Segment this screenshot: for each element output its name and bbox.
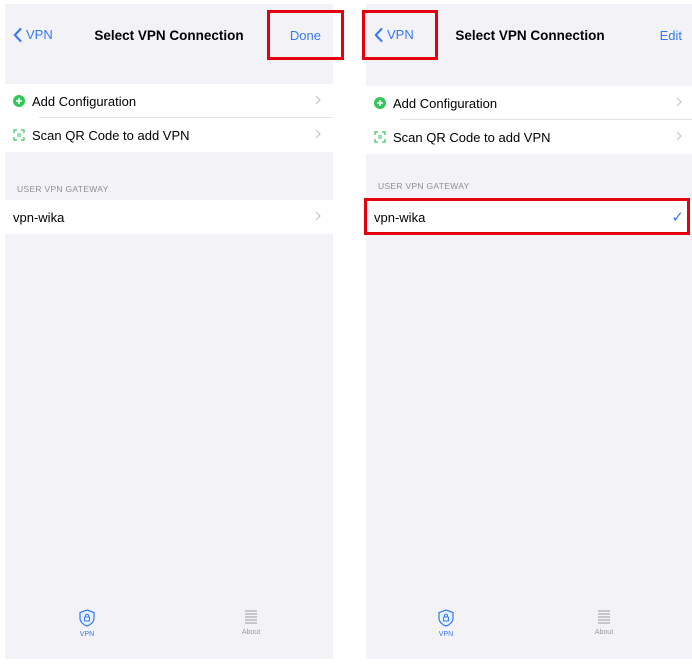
tab-vpn[interactable]: VPN (57, 609, 117, 638)
add-configuration-row[interactable]: Add Configuration (366, 86, 692, 120)
tab-vpn[interactable]: VPN (416, 609, 476, 638)
tab-vpn-label: VPN (438, 631, 454, 638)
qr-scan-icon (13, 129, 25, 141)
add-configuration-label: Add Configuration (393, 95, 498, 111)
connection-name: vpn-wika (13, 209, 65, 225)
tab-about-label: About (594, 629, 614, 636)
chevron-right-icon (676, 97, 682, 107)
scan-qr-row[interactable]: Scan QR Code to add VPN (366, 120, 692, 154)
done-button[interactable]: Done (290, 28, 321, 43)
connection-list: vpn-wika (5, 200, 333, 234)
section-header-user-vpn-gateway: USER VPN GATEWAY (17, 184, 109, 194)
checkmark-icon: ✓ (671, 209, 684, 226)
menu-group: Add Configuration Scan QR Code to add VP… (366, 86, 692, 154)
scan-qr-label: Scan QR Code to add VPN (32, 127, 190, 143)
connection-row-vpn-wika[interactable]: vpn-wika ✓ (366, 200, 692, 234)
chevron-right-icon (315, 129, 321, 139)
connection-name: vpn-wika (374, 209, 426, 225)
vpn-shield-icon (79, 609, 95, 627)
vpn-shield-icon (438, 609, 454, 627)
phone-screen-left: VPN Select VPN Connection Done Add Confi… (5, 4, 333, 659)
edit-button[interactable]: Edit (660, 28, 682, 43)
chevron-right-icon (676, 131, 682, 141)
tab-bar: VPN About (5, 599, 333, 659)
tab-vpn-label: VPN (79, 631, 95, 638)
tab-about[interactable]: About (574, 609, 634, 636)
phone-screen-right: VPN Select VPN Connection Edit Add Confi… (366, 4, 692, 659)
tab-about[interactable]: About (221, 609, 281, 636)
navigation-bar: VPN Select VPN Connection Done (5, 4, 333, 70)
section-header-user-vpn-gateway: USER VPN GATEWAY (378, 181, 470, 191)
list-icon (245, 610, 257, 624)
chevron-right-icon (315, 211, 321, 221)
tab-bar: VPN About (366, 599, 692, 659)
connection-row-vpn-wika[interactable]: vpn-wika (5, 200, 333, 234)
add-configuration-label: Add Configuration (32, 93, 137, 109)
add-circle-icon (374, 97, 386, 109)
list-icon (598, 610, 610, 624)
add-circle-icon (13, 95, 25, 107)
menu-group: Add Configuration Scan QR Code to add VP… (5, 84, 333, 152)
connection-list: vpn-wika ✓ (366, 200, 692, 234)
scan-qr-row[interactable]: Scan QR Code to add VPN (5, 118, 333, 152)
scan-qr-label: Scan QR Code to add VPN (393, 129, 551, 145)
chevron-right-icon (315, 95, 321, 105)
navigation-bar: VPN Select VPN Connection Edit (366, 4, 692, 70)
qr-scan-icon (374, 131, 386, 143)
add-configuration-row[interactable]: Add Configuration (5, 84, 333, 118)
tab-about-label: About (241, 629, 261, 636)
page-title: Select VPN Connection (94, 28, 244, 43)
page-title: Select VPN Connection (455, 28, 605, 43)
